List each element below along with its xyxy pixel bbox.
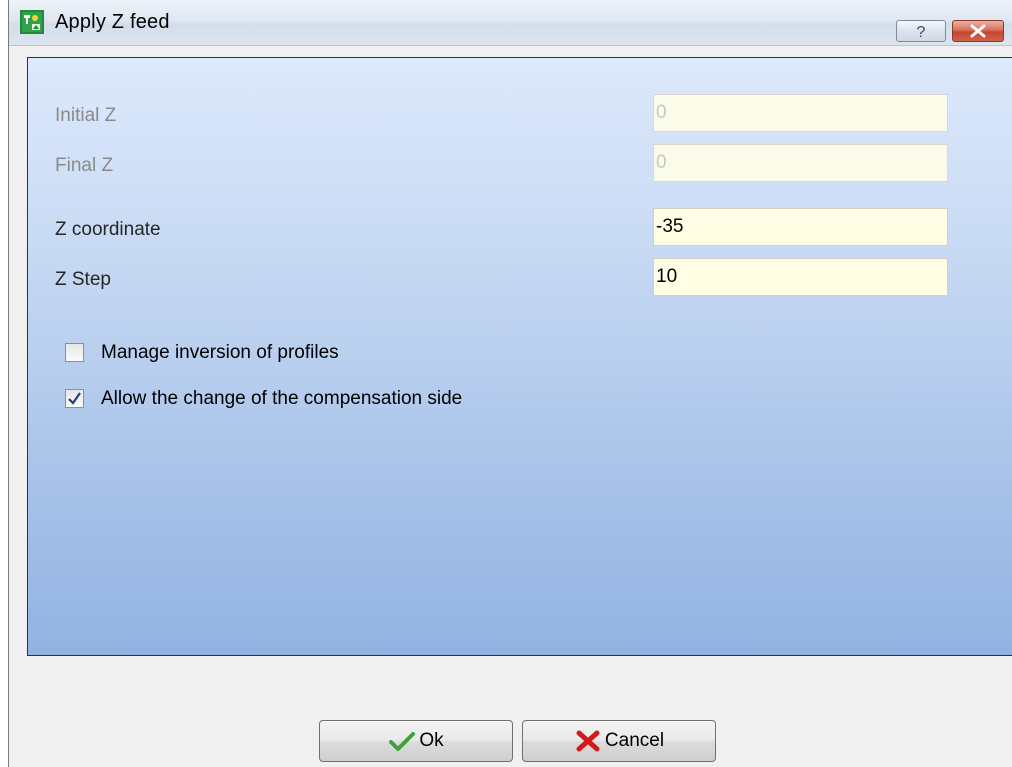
- title-bar[interactable]: Apply Z feed ?: [9, 0, 1012, 46]
- close-button[interactable]: [952, 20, 1004, 42]
- parameters-panel: Initial Z 0 Final Z 0 Z coordinate -35 Z…: [27, 57, 1012, 656]
- cancel-label: Cancel: [604, 730, 665, 751]
- check-icon: [389, 732, 416, 751]
- window-title: Apply Z feed: [55, 11, 170, 33]
- z-coordinate-field[interactable]: -35: [653, 208, 948, 246]
- z-step-field[interactable]: 10: [653, 258, 948, 296]
- ok-button[interactable]: Ok: [319, 720, 513, 762]
- z-step-label: Z Step: [55, 269, 111, 290]
- final-z-field[interactable]: 0: [653, 144, 948, 182]
- help-icon: ?: [917, 24, 926, 41]
- x-cross-icon: [576, 730, 600, 752]
- initial-z-label: Initial Z: [55, 105, 117, 126]
- close-icon: [970, 24, 986, 38]
- cancel-button[interactable]: Cancel: [522, 720, 716, 762]
- app-icon: [20, 10, 44, 34]
- manage-inversion-label[interactable]: Manage inversion of profiles: [101, 342, 339, 364]
- ok-label: Ok: [419, 730, 444, 751]
- checkmark-icon: [68, 392, 81, 405]
- help-button[interactable]: ?: [896, 20, 946, 42]
- allow-compensation-label[interactable]: Allow the change of the compensation sid…: [101, 388, 462, 410]
- manage-inversion-checkbox[interactable]: [65, 343, 84, 362]
- final-z-label: Final Z: [55, 155, 114, 176]
- allow-compensation-checkbox[interactable]: [65, 389, 84, 408]
- initial-z-field[interactable]: 0: [653, 94, 948, 132]
- z-coordinate-label: Z coordinate: [55, 219, 161, 240]
- dialog-window: Apply Z feed ? Initial Z 0 Final Z 0 Z c…: [8, 0, 1012, 767]
- svg-text:?: ?: [917, 24, 926, 41]
